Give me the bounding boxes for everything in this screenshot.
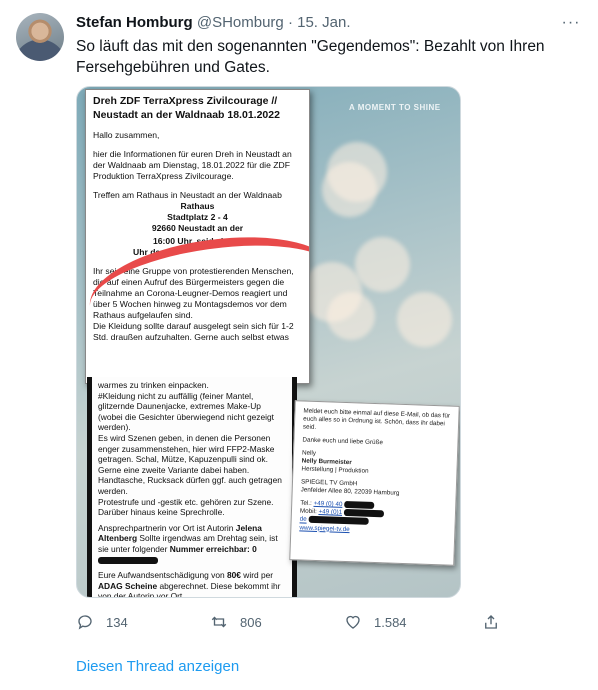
bokeh-light xyxy=(355,237,410,292)
like-button[interactable]: 1.584 xyxy=(344,611,407,633)
fee-amount: 80€ xyxy=(226,570,241,581)
contact-prefix: Ansprechpartnerin vor Ort ist Autorin xyxy=(98,522,234,533)
meta-separator: · xyxy=(287,14,293,31)
redaction-scribble xyxy=(98,556,158,564)
image-watermark: A MOMENT TO SHINE xyxy=(349,103,441,112)
doc-title: Dreh ZDF TerraXpress Zivilcourage // Neu… xyxy=(93,94,302,122)
avatar[interactable] xyxy=(16,13,64,61)
like-count: 1.584 xyxy=(374,614,407,630)
more-options-icon[interactable]: ··· xyxy=(560,14,582,34)
doc-address-line: 92660 Neustadt an der xyxy=(151,223,244,233)
show-thread-link[interactable]: Diesen Thread anzeigen xyxy=(76,658,239,675)
reply-icon xyxy=(78,615,92,630)
email-signature-card: Meldet euch bitte einmal auf diese E-Mai… xyxy=(289,400,460,566)
doc-contact: Ansprechpartnerin vor Ort ist Autorin Je… xyxy=(98,523,286,565)
share-button[interactable] xyxy=(482,611,500,633)
doc-paragraph: Protestrufe und -gestik etc. gehören zur… xyxy=(98,496,274,518)
doc-paragraph: Treffen am Rathaus in Neustadt an der Wa… xyxy=(93,190,282,200)
doc-paragraph: Die Kleidung sollte darauf ausgelegt sei… xyxy=(93,321,294,342)
doc-title-line1: Dreh ZDF TerraXpress Zivilcourage // xyxy=(93,95,278,107)
redaction-scribble xyxy=(308,516,369,526)
redaction-scribble xyxy=(344,500,375,509)
share-icon xyxy=(485,615,497,629)
doc-paragraph: Es wird Szenen geben, in denen die Perso… xyxy=(98,432,282,496)
retweet-icon xyxy=(211,616,227,628)
retweet-button[interactable]: 806 xyxy=(210,611,262,633)
author-handle[interactable]: @SHomburg xyxy=(197,14,284,31)
author-name[interactable]: Stefan Homburg xyxy=(76,14,193,31)
doc-line: warmes zu trinken einpacken. xyxy=(98,380,209,390)
doc-address-line: Stadtplatz 2 - 4 xyxy=(167,212,228,222)
tweet-media[interactable]: A MOMENT TO SHINE Dreh ZDF TerraXpress Z… xyxy=(76,86,461,598)
retweet-count: 806 xyxy=(240,614,262,630)
bokeh-light xyxy=(327,292,375,340)
document-screenshot-top: Dreh ZDF TerraXpress Zivilcourage // Neu… xyxy=(85,89,310,384)
reply-count: 134 xyxy=(106,614,128,630)
bokeh-light xyxy=(322,162,377,217)
doc-paragraph: hier die Informationen für euren Dreh in… xyxy=(93,149,292,181)
card-email-text: de xyxy=(299,515,307,524)
tel-number: +49 (0) 40 xyxy=(313,500,343,509)
tweet-date[interactable]: 15. Jan. xyxy=(297,14,350,31)
tweet-actions: 134 806 1.584 xyxy=(76,611,516,633)
document-screenshot-bottom: warmes zu trinken einpacken. #Kleidung n… xyxy=(87,377,297,597)
fee-company: ADAG Scheine xyxy=(98,580,158,591)
reply-button[interactable]: 134 xyxy=(76,611,128,633)
tweet-header: Stefan Homburg @SHomburg · 15. Jan. xyxy=(76,14,558,36)
mobil-label: Mobil: xyxy=(299,507,317,516)
redaction-scribble xyxy=(343,509,384,518)
heart-icon xyxy=(346,615,360,629)
doc-title-line2: Neustadt an der Waldnaab 18.01.2022 xyxy=(93,109,280,121)
tweet-text: So läuft das mit den sogenannten "Gegend… xyxy=(76,38,545,76)
tel-label: Tel.: xyxy=(300,499,312,507)
fee-prefix: Eure Aufwandsentschädigung von xyxy=(98,570,225,581)
bokeh-light xyxy=(397,292,452,347)
doc-greeting: Hallo zusammen, xyxy=(93,130,160,140)
doc-paragraph: #Kleidung nicht zu auffällig (feiner Man… xyxy=(98,390,274,433)
doc-address-line: Rathaus xyxy=(180,201,215,211)
doc-fee: Eure Aufwandsentschädigung von 80€ wird … xyxy=(98,570,286,597)
mobil-number: +49 (0)1 xyxy=(318,508,343,517)
card-text: Danke euch und liebe Grüße xyxy=(302,436,384,447)
card-text: Meldet euch bitte einmal auf diese E-Mai… xyxy=(302,407,451,431)
contact-number: Nummer erreichbar: 0 xyxy=(169,543,257,554)
fee-mid: wird per xyxy=(243,570,274,581)
